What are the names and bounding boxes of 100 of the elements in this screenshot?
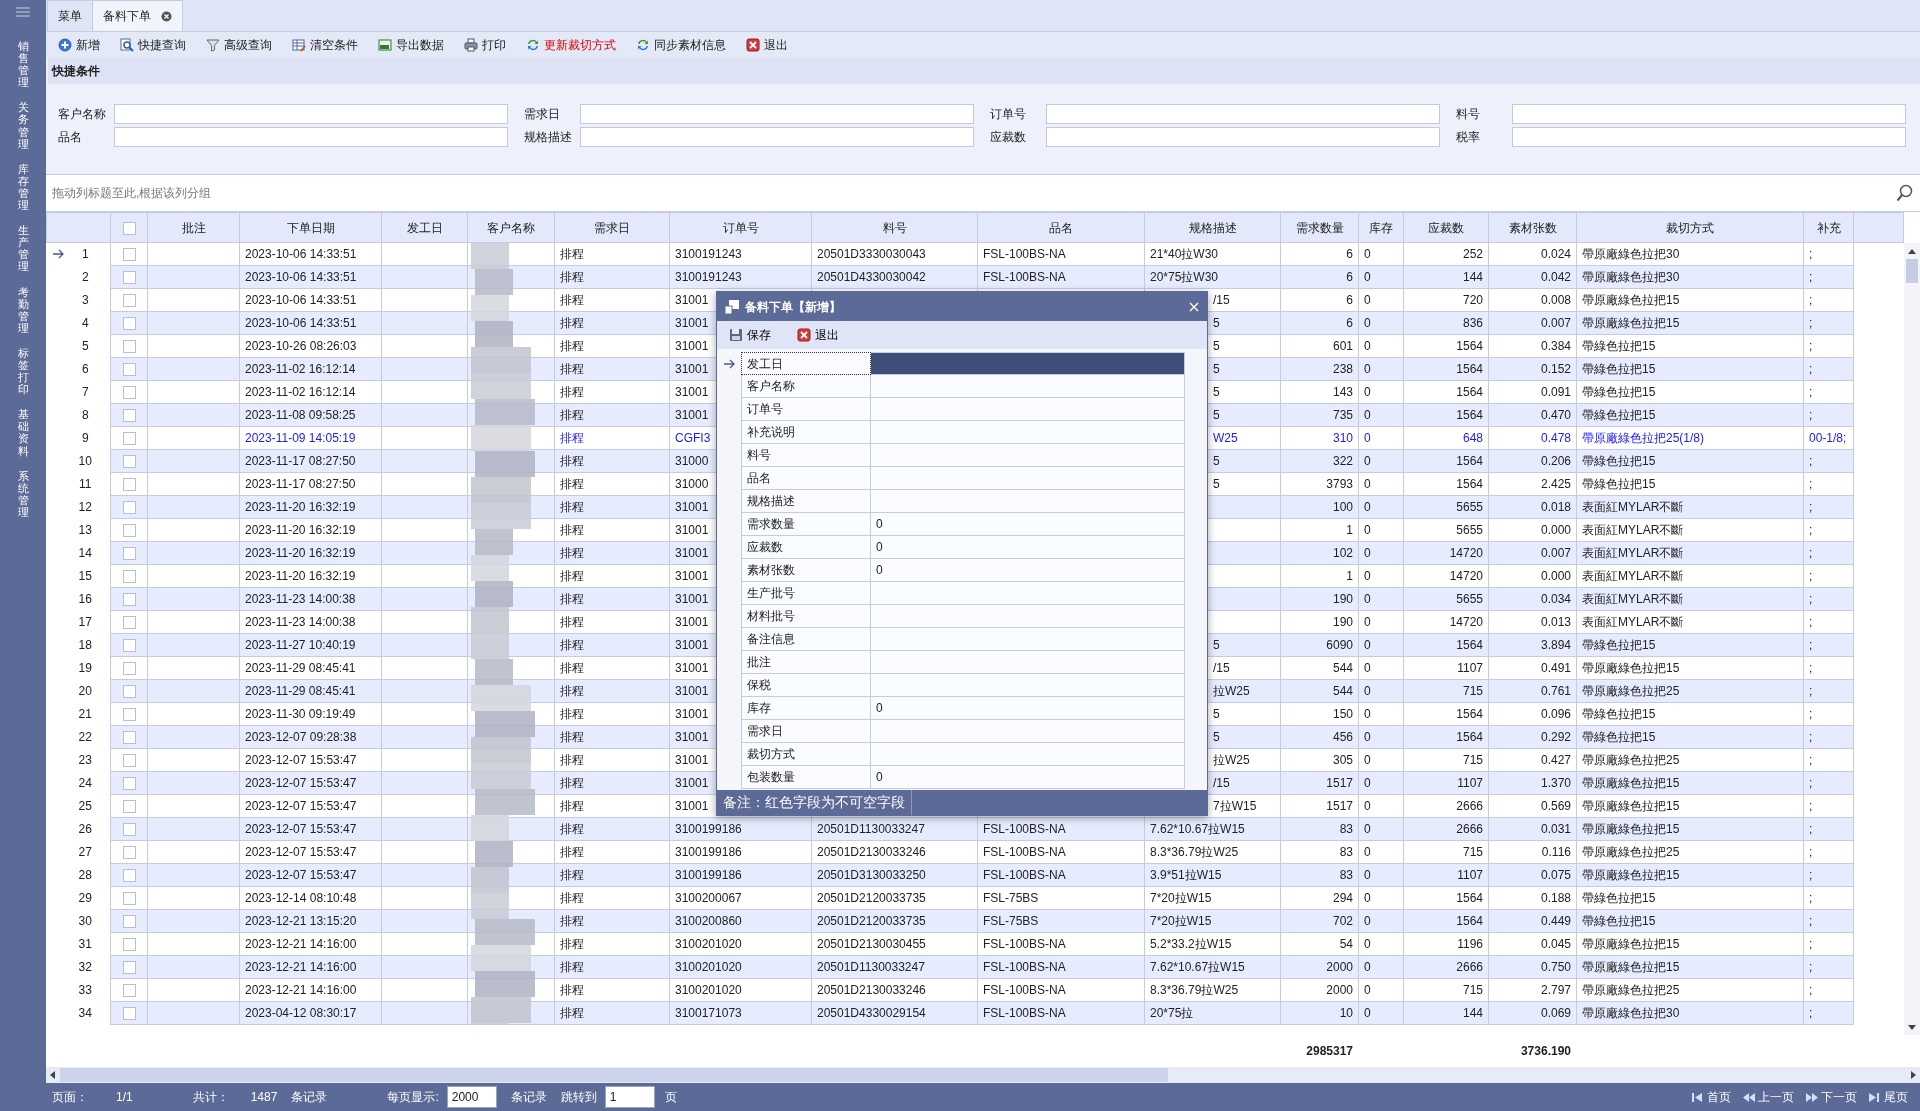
checkbox[interactable] — [122, 570, 136, 584]
checkbox[interactable] — [122, 455, 136, 469]
checkbox[interactable] — [122, 317, 136, 331]
column-header[interactable]: 应裁数 — [1403, 212, 1489, 243]
input-field[interactable] — [580, 127, 974, 147]
checkbox[interactable] — [122, 386, 136, 400]
checkbox[interactable] — [122, 754, 136, 768]
input-field[interactable] — [114, 104, 508, 124]
toolbar-button[interactable]: 退出 — [791, 324, 845, 346]
input-field[interactable] — [871, 490, 1185, 513]
input-field[interactable] — [1046, 104, 1440, 124]
sidebar-item[interactable]: 库存管理 — [17, 162, 29, 212]
checkbox[interactable] — [122, 593, 136, 607]
toolbar-button[interactable]: 快捷查询 — [114, 34, 192, 56]
toolbar-button[interactable]: 打印 — [458, 34, 512, 56]
input-field[interactable] — [871, 605, 1185, 628]
input-field[interactable] — [1512, 127, 1906, 147]
vertical-scrollbar[interactable] — [1904, 243, 1920, 1035]
input-field[interactable] — [871, 467, 1185, 490]
column-header[interactable]: 需求日 — [554, 212, 670, 243]
sidebar-item[interactable]: 系统管理 — [17, 469, 29, 518]
sidebar-item[interactable]: 生产管理 — [17, 224, 29, 273]
checkbox[interactable] — [122, 639, 136, 653]
column-header[interactable]: 订单号 — [669, 212, 812, 243]
input-field[interactable] — [1512, 104, 1906, 124]
input-field[interactable] — [1046, 127, 1440, 147]
toolbar-button[interactable]: 清空条件 — [286, 34, 364, 56]
checkbox[interactable] — [122, 524, 136, 538]
input-field[interactable] — [871, 398, 1185, 421]
scroll-up-icon[interactable] — [1908, 248, 1916, 254]
checkbox[interactable] — [122, 340, 136, 354]
sidebar-item[interactable]: 关务管理 — [17, 101, 29, 150]
checkbox[interactable] — [122, 294, 136, 308]
sidebar-item[interactable]: 销售管理 — [17, 40, 29, 89]
checkbox[interactable] — [122, 708, 136, 722]
input-field[interactable]: 1 — [604, 1086, 655, 1108]
input-field[interactable]: 2000 — [446, 1086, 497, 1108]
input-field[interactable] — [871, 375, 1185, 398]
checkbox[interactable] — [122, 685, 136, 699]
input-field[interactable] — [871, 743, 1185, 766]
sidebar-item[interactable]: 考勤管理 — [17, 285, 29, 334]
checkbox[interactable] — [122, 915, 136, 929]
pager-button[interactable]: 下一页 — [1800, 1088, 1863, 1106]
input-field[interactable] — [871, 444, 1185, 467]
toolbar-button[interactable]: 新增 — [52, 34, 106, 56]
checkbox[interactable] — [122, 501, 136, 515]
input-field[interactable] — [871, 352, 1185, 375]
column-header[interactable]: 品名 — [977, 212, 1145, 243]
checkbox[interactable] — [122, 892, 136, 906]
horizontal-scrollbar[interactable] — [46, 1067, 1920, 1083]
toolbar-button[interactable]: 退出 — [740, 34, 794, 56]
checkbox[interactable] — [122, 777, 136, 791]
checkbox[interactable] — [122, 662, 136, 676]
tab[interactable]: 菜单 — [47, 0, 93, 31]
checkbox[interactable] — [122, 984, 136, 998]
input-field[interactable]: 0 — [871, 697, 1185, 720]
checkbox[interactable] — [122, 961, 136, 975]
input-field[interactable] — [871, 582, 1185, 605]
close-icon[interactable] — [161, 10, 172, 22]
tab[interactable]: 备料下单 — [92, 0, 183, 31]
toolbar-button[interactable]: 同步素材信息 — [630, 34, 732, 56]
checkbox[interactable] — [122, 731, 136, 745]
checkbox[interactable] — [122, 409, 136, 423]
input-field[interactable]: 0 — [871, 513, 1185, 536]
toolbar-button[interactable]: 更新裁切方式 — [520, 34, 622, 56]
column-header[interactable]: 库存 — [1358, 212, 1404, 243]
close-icon[interactable] — [1189, 301, 1199, 312]
column-header[interactable]: 发工日 — [381, 212, 468, 243]
input-field[interactable]: 0 — [871, 766, 1185, 789]
input-field[interactable] — [114, 127, 508, 147]
input-field[interactable] — [871, 720, 1185, 743]
checkbox[interactable] — [122, 823, 136, 837]
toolbar-button[interactable]: 导出数据 — [372, 34, 450, 56]
checkbox[interactable] — [122, 432, 136, 446]
input-field[interactable] — [871, 674, 1185, 697]
checkbox[interactable] — [122, 869, 136, 883]
checkbox[interactable] — [122, 271, 136, 285]
input-field[interactable] — [871, 651, 1185, 674]
search-icon[interactable] — [1896, 184, 1914, 202]
column-header[interactable]: 下单日期 — [239, 212, 382, 243]
column-header[interactable]: 批注 — [147, 212, 240, 243]
checkbox[interactable] — [122, 547, 136, 561]
sidebar-item[interactable]: 标签打印 — [17, 346, 29, 396]
column-header[interactable]: 客户名称 — [467, 212, 555, 243]
input-field[interactable] — [871, 421, 1185, 444]
pager-button[interactable]: 尾页 — [1863, 1088, 1914, 1106]
checkbox[interactable] — [122, 846, 136, 860]
input-field[interactable] — [580, 104, 974, 124]
column-header[interactable]: 补充 — [1803, 212, 1854, 243]
sidebar-item[interactable]: 基础资料 — [17, 408, 29, 457]
pager-button[interactable]: 上一页 — [1737, 1088, 1800, 1106]
scroll-thumb[interactable] — [1906, 259, 1918, 283]
column-header[interactable]: 规格描述 — [1144, 212, 1281, 243]
checkbox[interactable] — [122, 363, 136, 377]
input-field[interactable]: 0 — [871, 559, 1185, 582]
menu-icon[interactable] — [15, 6, 31, 18]
column-header[interactable]: 料号 — [811, 212, 978, 243]
input-field[interactable]: 0 — [871, 536, 1185, 559]
pager-button[interactable]: 首页 — [1686, 1088, 1737, 1106]
checkbox[interactable] — [122, 616, 136, 630]
